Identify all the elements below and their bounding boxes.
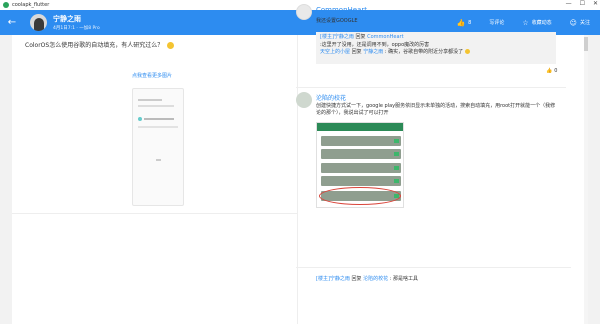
reply-line: 天空上的小屋 回复 宁静之雨 : 确实，谷歌自带的附近分享都没了 [320, 49, 552, 57]
comment-image[interactable] [316, 122, 404, 208]
favorite-label: 收藏动态 [531, 20, 552, 26]
favorite-button[interactable]: ☆ 收藏动态 [522, 19, 551, 27]
comment-like-count: 0 [554, 68, 558, 74]
reply-target[interactable]: 宁静之雨 [363, 49, 383, 55]
reply-verb: 回复 [351, 276, 362, 282]
app-icon [3, 2, 9, 8]
divider [296, 267, 571, 268]
comment-text: 我还设置GOOGLE [316, 18, 358, 24]
back-arrow-icon[interactable]: ← [2, 17, 22, 28]
reply-text: : 确实，谷歌自带的附近分享都没了 [384, 49, 464, 55]
thumb-up-icon: 👍 [546, 68, 553, 74]
divider [12, 213, 297, 214]
panel-divider [297, 35, 298, 324]
comment-text: 创建快捷方式试一下，google play服务依旧显示未单独的活动，搜索自动填充… [316, 103, 556, 116]
minimize-icon[interactable]: — [566, 0, 572, 7]
reply-text: : 那是啥工具 [389, 276, 418, 282]
comment-button[interactable]: 写评论 [489, 19, 504, 26]
emoji-icon [167, 42, 175, 49]
commenter-avatar[interactable] [296, 92, 312, 108]
emoji-icon [464, 49, 470, 54]
commenter-name[interactable]: CommonHeart [316, 6, 367, 14]
reply-target[interactable]: CommonHeart [367, 34, 403, 40]
reply-author[interactable]: [楼主]宁静之雨 [320, 34, 354, 40]
post-panel: ColorOS怎么使用谷歌的自动填充，有人研究过么？ 点我查看更多图片 [12, 35, 297, 324]
post-text: ColorOS怎么使用谷歌的自动填充，有人研究过么？ [25, 40, 175, 49]
thumb-up-icon: 👍 [456, 18, 466, 27]
follow-button[interactable]: ☺ 关注 [570, 19, 590, 27]
reply-author[interactable]: 天空上的小屋 [320, 49, 350, 55]
add-user-icon: ☺ [569, 18, 577, 27]
reply-box: [楼主]宁静之雨 回复 CommonHeart :这里开了没用，还是调用不到，o… [316, 32, 556, 64]
divider [296, 87, 566, 88]
reply-verb: 回复 [355, 34, 366, 40]
post-text-content: ColorOS怎么使用谷歌的自动填充，有人研究过么？ [25, 42, 164, 49]
window-controls: — ☐ ✕ [566, 0, 598, 7]
more-pictures-link[interactable]: 点我查看更多图片 [132, 72, 172, 79]
comment-like-button[interactable]: 👍 0 [546, 68, 557, 74]
commenter-name[interactable]: 沦陷的校花 [316, 93, 346, 102]
highlight-circle [319, 187, 401, 205]
content-area: ColorOS怎么使用谷歌的自动填充，有人研究过么？ 点我查看更多图片 [12, 35, 588, 324]
avatar[interactable] [30, 14, 47, 31]
commenter-avatar[interactable] [296, 4, 312, 20]
maximize-icon[interactable]: ☐ [580, 0, 585, 7]
like-count: 8 [468, 19, 472, 26]
close-icon[interactable]: ✕ [593, 0, 598, 7]
reply-verb: 回复 [351, 49, 362, 55]
user-subtitle: 4月1日7:1 · 一加8 Pro [53, 26, 100, 31]
reply-text: :这里开了没用，还是调用不到，oppo魔改的厉害 [320, 41, 430, 48]
scrollbar[interactable] [584, 35, 588, 324]
post-image[interactable] [132, 88, 184, 206]
like-button[interactable]: 👍 8 [456, 19, 471, 27]
reply-author[interactable]: [楼主]宁静之雨 [316, 276, 350, 282]
reply-line: [楼主]宁静之雨 回复 CommonHeart [320, 34, 552, 42]
reply-target[interactable]: 沦陷的校花 [363, 276, 388, 282]
user-name[interactable]: 宁静之雨 [53, 14, 100, 24]
star-icon: ☆ [522, 18, 529, 27]
comment-label: 写评论 [489, 20, 505, 26]
user-info: 宁静之雨 4月1日7:1 · 一加8 Pro [53, 14, 100, 31]
reply-line: [楼主]宁静之雨 回复 沦陷的校花 : 那是啥工具 [316, 275, 418, 282]
follow-label: 关注 [579, 20, 590, 26]
window-title: coolapk_flutter [12, 2, 50, 8]
